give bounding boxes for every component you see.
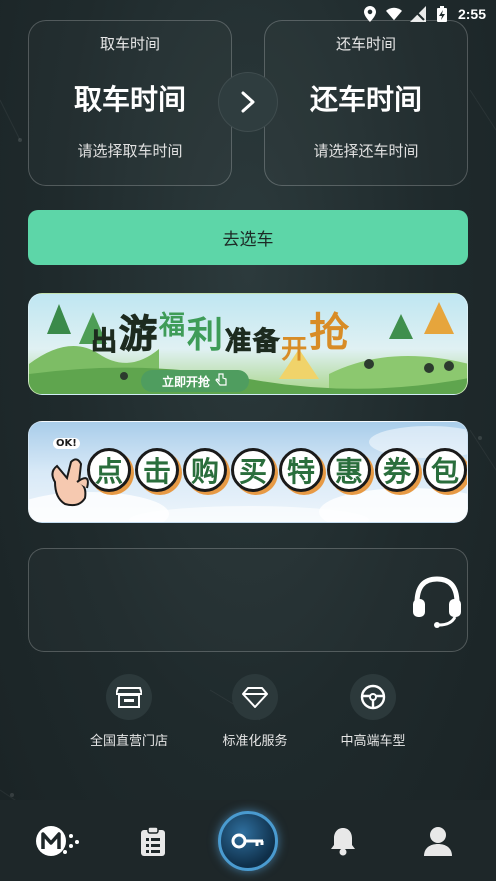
return-caption: 还车时间: [335, 35, 396, 53]
user-icon: [424, 826, 453, 856]
return-title: 还车时间: [309, 83, 422, 116]
pickup-time-card[interactable]: 取车时间 取车时间 请选择取车时间: [28, 20, 232, 186]
tab-orders[interactable]: [123, 811, 183, 871]
hand-pointer-icon: [214, 372, 228, 390]
service-card: [28, 548, 468, 652]
promo-banner-coupons[interactable]: OK! 点 击 购 买 特 惠 券 包: [28, 421, 468, 523]
store-icon: [106, 674, 152, 720]
banner2-char: 券: [375, 448, 419, 492]
grab-now-label: 立即开抢: [161, 374, 210, 389]
banner1-char: 游: [119, 312, 158, 357]
customer-service-headset-icon[interactable]: [411, 573, 463, 629]
banner1-char: 开: [281, 335, 308, 365]
feature-direct-stores: 全国直营门店: [74, 674, 184, 749]
feature-label: 全国直营门店: [89, 734, 168, 749]
ok-text: OK!: [53, 438, 80, 449]
banner2-char: 包: [423, 448, 467, 492]
car-key-icon: [231, 833, 264, 848]
tab-notifications[interactable]: [313, 811, 373, 871]
feature-premium-cars: 中高端车型: [318, 674, 428, 749]
car-key-button[interactable]: [217, 810, 278, 871]
steering-wheel-icon: [350, 674, 396, 720]
banner2-char: 买: [231, 448, 275, 492]
return-time-card[interactable]: 还车时间 还车时间 请选择还车时间: [264, 20, 468, 186]
pickup-hint: 请选择取车时间: [77, 142, 183, 160]
banner1-char: 准: [225, 327, 252, 358]
pickup-title: 取车时间: [73, 83, 186, 116]
banner2-char: 击: [135, 448, 179, 492]
tab-key[interactable]: [217, 810, 278, 871]
banner1-char: 福: [159, 311, 186, 341]
tab-home[interactable]: [28, 811, 88, 871]
select-car-button[interactable]: 去选车: [28, 210, 468, 265]
diamond-icon: [232, 674, 278, 720]
return-hint: 请选择还车时间: [313, 142, 419, 160]
chevron-right-icon: [218, 72, 278, 132]
banner1-char: 抢: [309, 310, 350, 356]
feature-label: 标准化服务: [222, 734, 288, 749]
status-time: 2:55: [457, 6, 486, 22]
pickup-caption: 取车时间: [99, 35, 160, 53]
grab-now-button[interactable]: 立即开抢: [141, 370, 249, 392]
banner1-title: 出 游 福 利 准 备 开 抢: [90, 300, 350, 365]
banner1-char: 出: [90, 327, 118, 358]
clipboard-list-icon: [140, 825, 165, 856]
bottom-tab-bar: [0, 800, 496, 881]
banner2-char: 惠: [327, 448, 371, 492]
promo-banner-travel[interactable]: 出 游 福 利 准 备 开 抢 立即开抢: [28, 293, 468, 395]
banner2-char: 特: [279, 448, 323, 492]
feature-standard-service: 标准化服务: [200, 674, 310, 749]
banner2-title: 点 击 购 买 特 惠 券 包: [87, 448, 467, 492]
feature-label: 中高端车型: [340, 734, 406, 749]
banner2-char: 点: [87, 448, 131, 492]
banner1-char: 备: [253, 327, 280, 358]
tab-profile[interactable]: [408, 811, 468, 871]
home-logo-icon: [35, 825, 79, 856]
banner2-char: 购: [183, 448, 227, 492]
bell-icon: [331, 827, 356, 855]
banner1-char: 利: [187, 315, 224, 356]
